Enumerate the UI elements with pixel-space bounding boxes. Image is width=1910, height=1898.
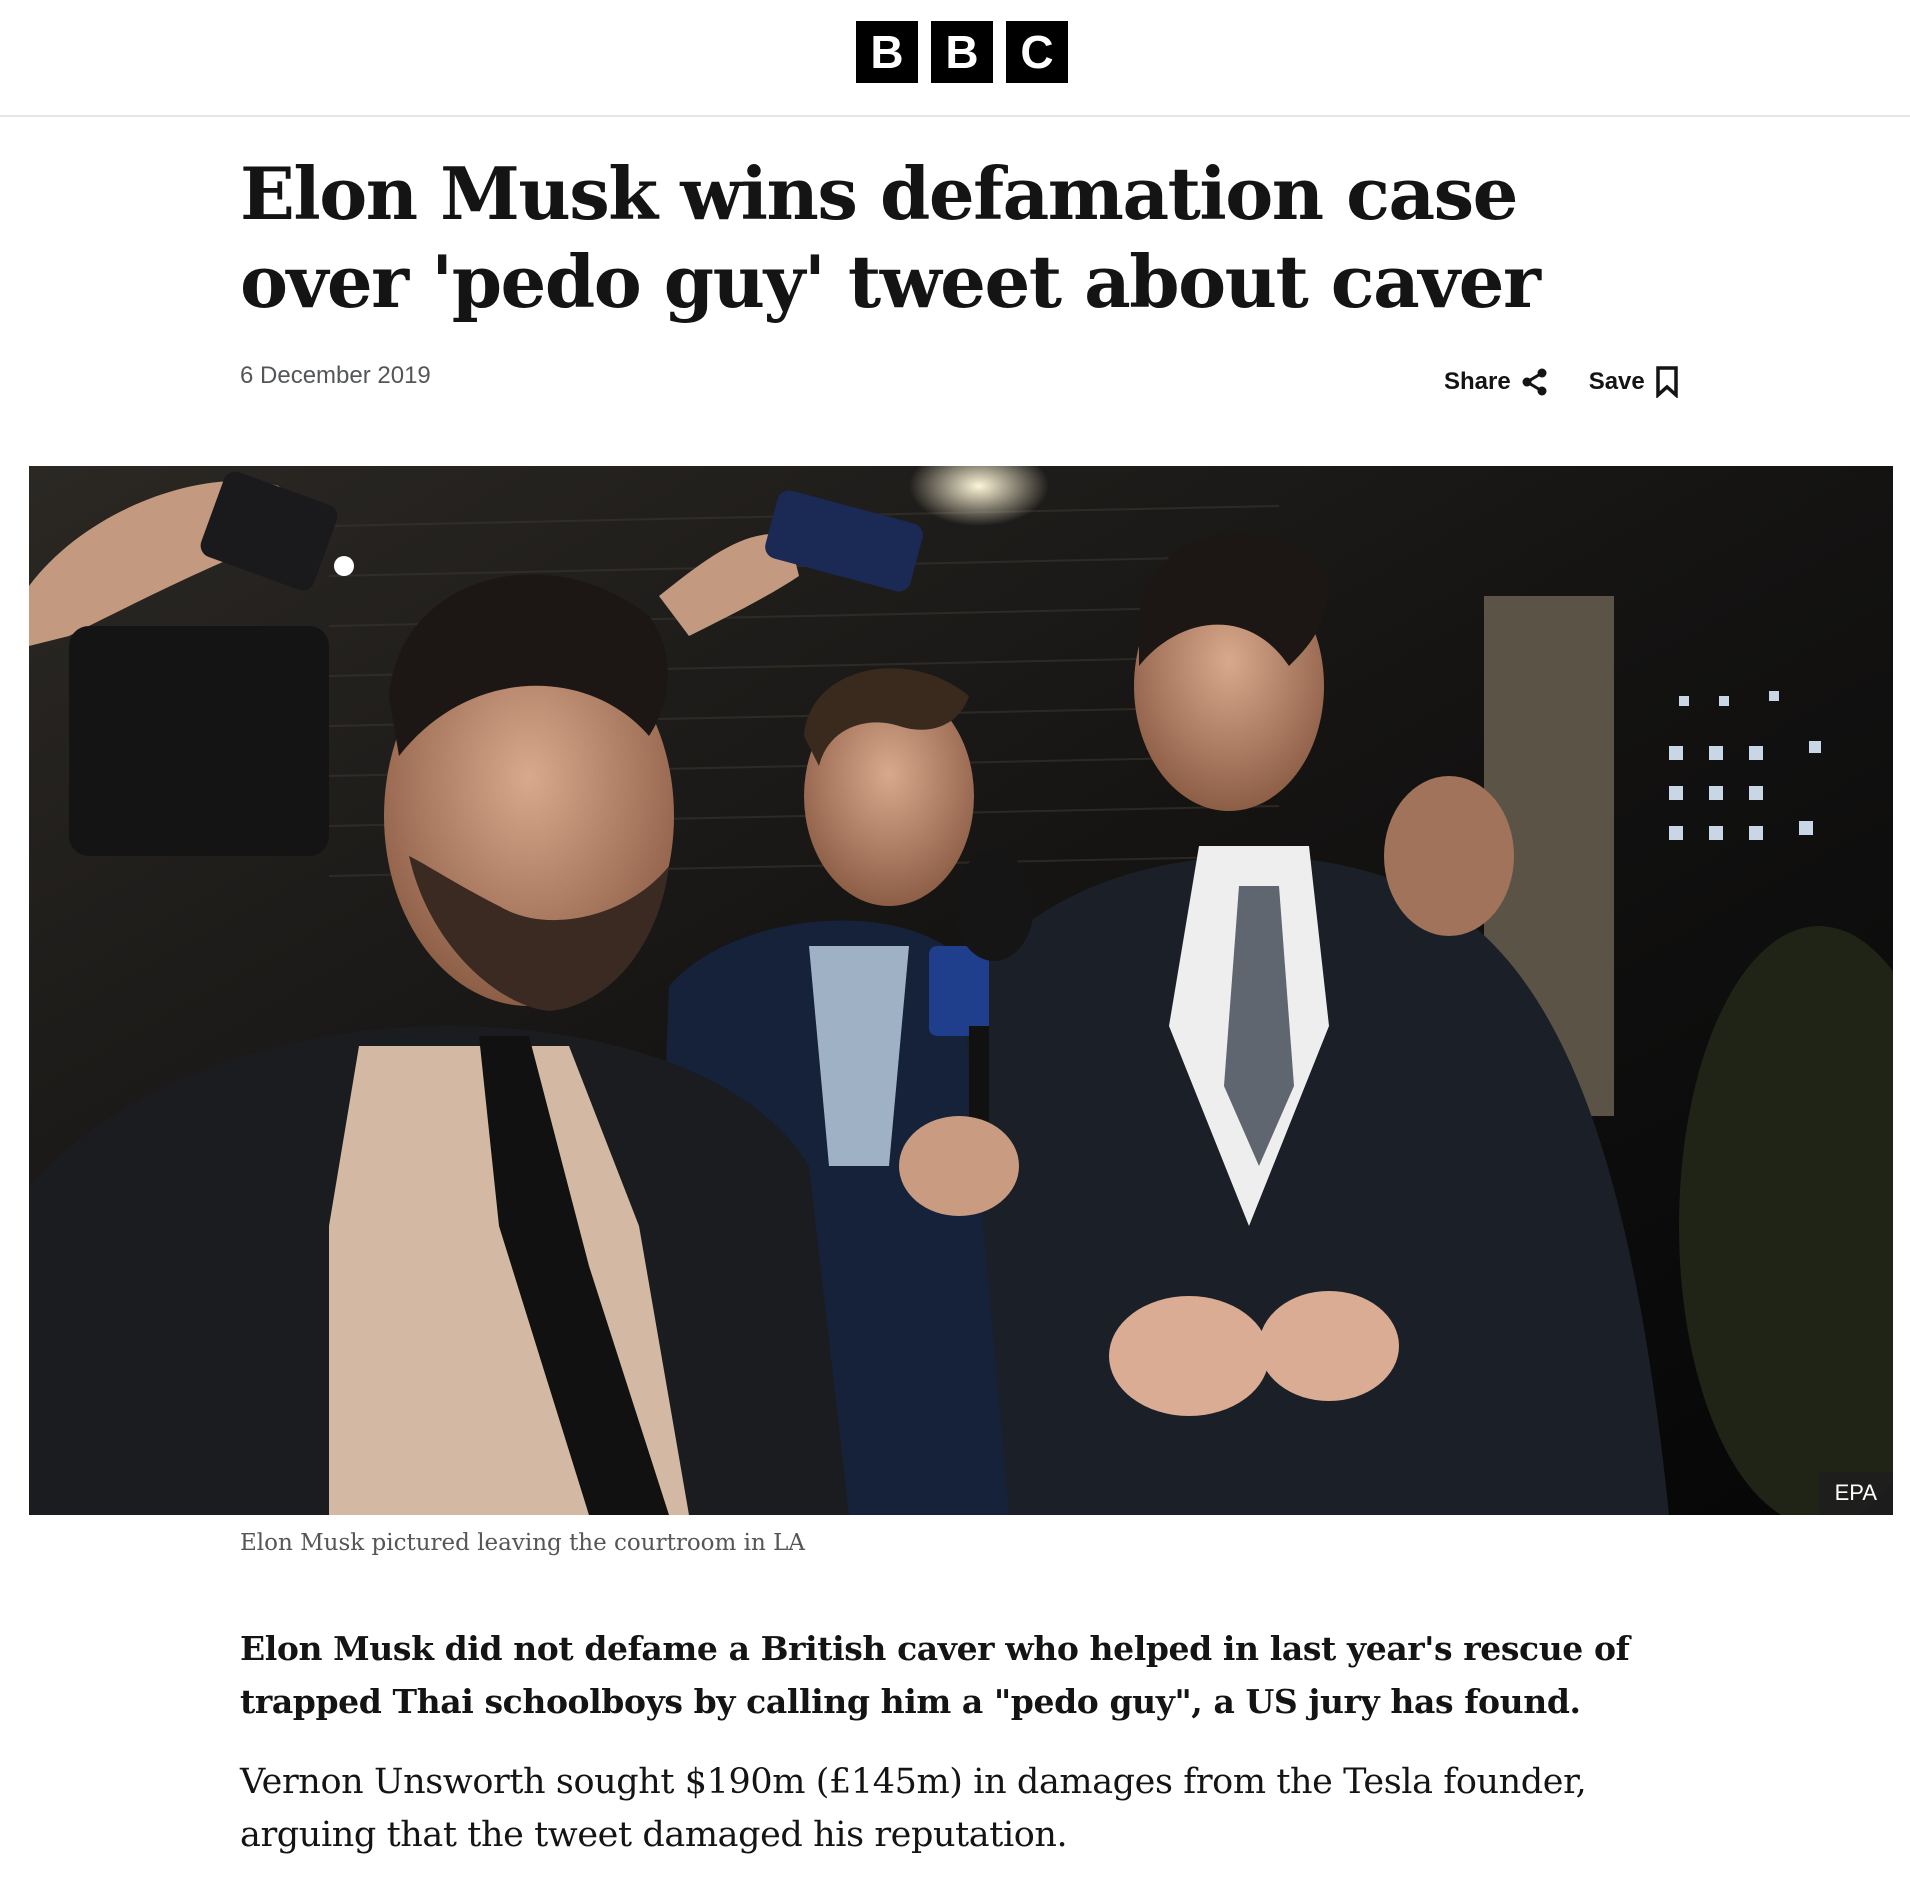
- save-button[interactable]: Save: [1589, 366, 1679, 398]
- site-header: B B C: [0, 0, 1910, 117]
- logo-letter-c: C: [1006, 21, 1068, 83]
- article-actions: Share Save: [1444, 366, 1679, 398]
- logo-letter-b1: B: [856, 21, 918, 83]
- publish-date: 6 December 2019: [240, 362, 431, 389]
- share-icon: [1521, 367, 1549, 397]
- share-label: Share: [1444, 368, 1511, 395]
- hero-image: EPA: [29, 466, 1893, 1515]
- article-lede: Elon Musk did not defame a British caver…: [240, 1629, 1630, 1721]
- bookmark-icon: [1655, 366, 1679, 398]
- hero-photo: [29, 466, 1893, 1515]
- image-credit: EPA: [1818, 1472, 1893, 1515]
- save-label: Save: [1588, 368, 1645, 395]
- image-caption: Elon Musk pictured leaving the courtroom…: [240, 1530, 805, 1556]
- logo-letter-b2: B: [931, 21, 993, 83]
- share-button[interactable]: Share: [1444, 367, 1549, 397]
- article-paragraph: Vernon Unsworth sought $190m (£145m) in …: [240, 1762, 1587, 1855]
- bbc-logo[interactable]: B B C: [856, 21, 1068, 83]
- article-headline: Elon Musk wins defamation case over 'ped…: [240, 151, 1541, 324]
